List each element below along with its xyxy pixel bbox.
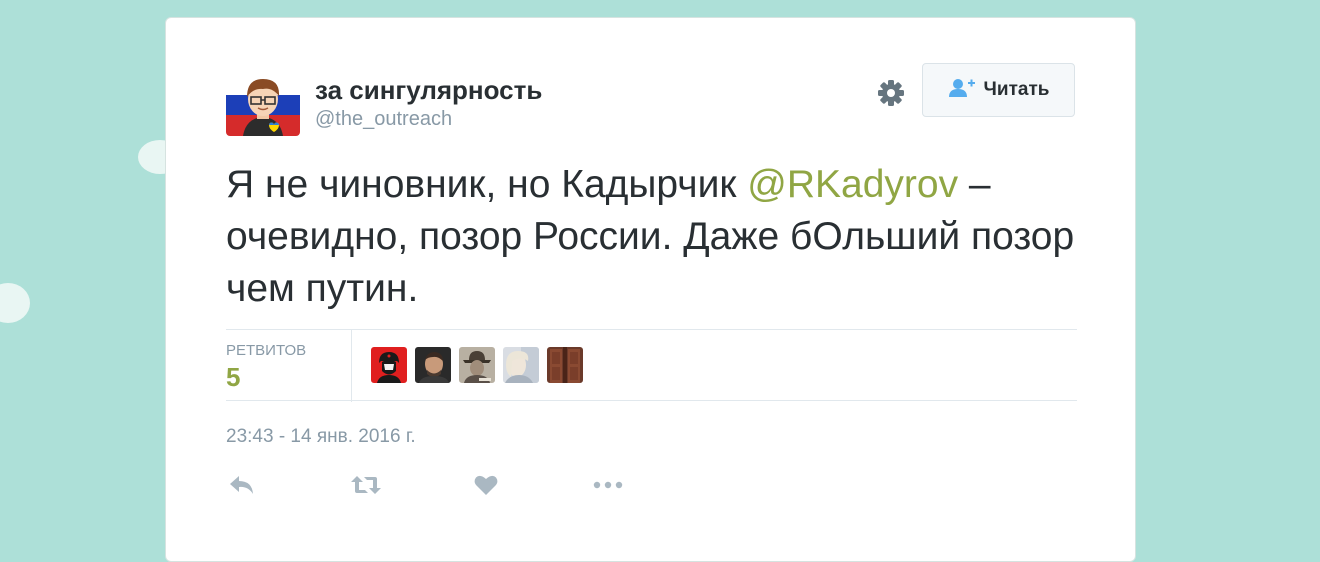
mention-link[interactable]: @RKadyrov [747,163,958,206]
person-add-icon [948,77,976,104]
author-handle[interactable]: @the_outreach [315,108,452,131]
tweet-timestamp[interactable]: 23:43 - 14 янв. 2016 г. [226,426,416,448]
retweets-label: РЕТВИТОВ [226,342,307,359]
reply-icon[interactable] [228,470,256,500]
more-icon[interactable] [593,470,623,500]
retweets-count[interactable]: 5 [226,362,240,393]
author-name[interactable]: за сингулярность [315,75,542,106]
heart-icon[interactable] [474,470,498,500]
tweet-card: за сингулярность @the_outreach Читать Я … [165,17,1136,562]
retweeter-avatar[interactable] [547,347,583,383]
follow-button[interactable]: Читать [922,63,1075,117]
follow-button-label: Читать [983,79,1050,100]
tweet-text: Я не чиновник, но Кадырчик @RKadyrov – о… [226,159,1086,315]
retweeter-avatar[interactable] [371,347,407,383]
author-avatar[interactable] [226,74,300,136]
retweeter-avatar[interactable] [415,347,451,383]
tweet-text-part: Я не чиновник, но Кадырчик [226,163,748,206]
background-cloud [0,283,30,323]
divider [351,330,352,402]
divider [226,329,1077,330]
retweeter-avatar[interactable] [503,347,539,383]
retweet-icon[interactable] [350,470,382,500]
retweeter-avatar[interactable] [459,347,495,383]
gear-icon[interactable] [876,78,906,108]
divider [226,400,1077,401]
